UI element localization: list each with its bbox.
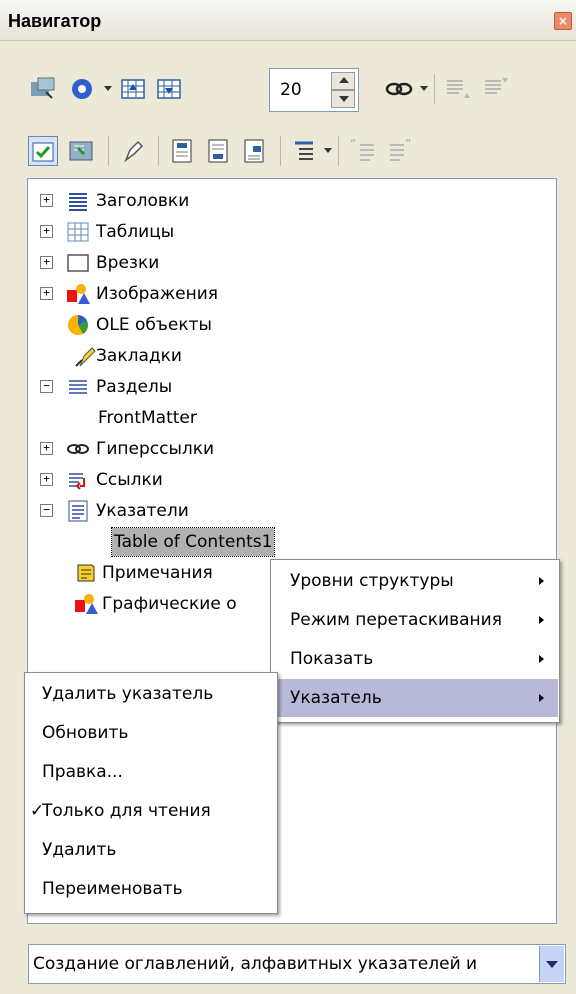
ole-objects-icon [66,313,90,337]
heading-levels-dropdown-icon[interactable] [324,148,332,153]
tree-item-label: Закладки [96,346,182,366]
anchor-icon[interactable] [66,136,96,166]
references-icon [66,468,90,492]
indexes-icon [66,499,90,523]
tree-item-label: Указатели [96,501,189,521]
footer-icon[interactable] [204,136,234,166]
next-icon[interactable] [154,74,184,104]
index-submenu: Удалить указатель Обновить Правка... ✓ Т… [24,672,278,914]
document-select[interactable]: Создание оглавлений, алфавитных указател… [28,944,566,984]
expand-icon[interactable]: + [40,256,53,269]
menu-item-index[interactable]: Указатель [272,679,558,717]
tree-item-label: Гиперссылки [96,439,215,459]
menu-item-label: Указатель [290,688,382,708]
comments-icon [74,561,98,585]
drawing-objects-icon [74,592,98,616]
drag-mode-dropdown-icon[interactable] [420,86,428,91]
toolbar-separator [158,136,159,166]
menu-item-label: Уровни структуры [290,571,454,591]
tree-item-label: OLE объекты [96,315,212,335]
toolbar-separator [434,74,435,104]
tree-context-menu: Уровни структуры Режим перетаскивания По… [270,559,560,723]
hyperlinks-icon [66,437,90,461]
menu-item-label: Обновить [42,723,129,743]
navigation-dropdown-icon[interactable] [104,86,112,91]
submenu-arrow-icon [539,655,544,663]
spin-value: 20 [280,80,302,100]
heading-levels-icon[interactable] [290,136,320,166]
submenu-arrow-icon [539,694,544,702]
tree-item-label: Разделы [96,377,173,397]
expand-icon[interactable]: + [40,473,53,486]
menu-item-label: Правка... [42,762,123,782]
tree-item-label: Графические о [102,594,237,614]
toolbar-separator [108,136,109,166]
collapse-icon[interactable]: − [40,504,53,517]
sections-icon [66,375,90,399]
menu-item-read-only[interactable]: ✓ Только для чтения [26,792,276,830]
anchor-endnote-icon[interactable] [240,136,270,166]
tree-item-label: Заголовки [96,191,190,211]
previous-icon[interactable] [118,74,148,104]
header-icon[interactable] [168,136,198,166]
tree-item-label: Примечания [102,563,213,583]
tables-icon [66,220,90,244]
heading-level-spinbox[interactable]: 20 [269,68,359,112]
expand-icon[interactable]: + [40,287,53,300]
drag-mode-icon[interactable] [384,74,414,104]
demote-icon[interactable] [480,74,510,104]
svg-text:“: “ [350,137,356,151]
chevron-down-icon[interactable] [539,946,564,982]
menu-item-rename[interactable]: Переименовать [26,870,276,908]
images-icon [66,282,90,306]
menu-item-show[interactable]: Показать [272,640,558,678]
menu-item-drag-mode[interactable]: Режим перетаскивания [272,601,558,639]
document-select-value: Создание оглавлений, алфавитных указател… [33,954,478,974]
navigation-icon[interactable] [68,74,98,104]
tree-item-label: Table of Contents1 [110,527,276,557]
title-bar: Навигатор × [0,0,576,41]
spin-down-button[interactable] [331,90,355,108]
collapse-icon[interactable]: − [40,380,53,393]
menu-item-outline-levels[interactable]: Уровни структуры [272,562,558,600]
reminder-icon[interactable] [118,136,148,166]
menu-item-label: Удалить [42,840,117,860]
menu-item-label: Переименовать [42,879,183,899]
demote-level-icon[interactable]: ” [386,136,416,166]
expand-icon[interactable]: + [40,194,53,207]
tree-item-label: Ссылки [96,470,163,490]
svg-text:”: ” [405,137,411,151]
menu-item-delete[interactable]: Удалить [26,831,276,869]
frames-icon [66,251,90,275]
content-view-icon[interactable] [28,74,58,104]
submenu-arrow-icon [539,616,544,624]
tree-item-label: FrontMatter [98,408,197,428]
menu-item-label: Удалить указатель [42,684,214,704]
menu-item-update[interactable]: Обновить [26,714,276,752]
toolbar-separator [280,136,281,166]
toolbar-separator [338,136,339,166]
expand-icon[interactable]: + [40,442,53,455]
tree-item-label: Таблицы [96,222,175,242]
close-icon[interactable]: × [554,12,572,30]
tree-item-label: Врезки [96,253,160,273]
bookmarks-icon [74,344,98,368]
toggle-icon[interactable] [28,136,58,166]
expand-icon[interactable]: + [40,225,53,238]
spin-up-button[interactable] [331,72,355,90]
submenu-arrow-icon [539,577,544,585]
headings-icon [66,189,90,213]
menu-item-delete-index[interactable]: Удалить указатель [26,675,276,713]
menu-item-label: Режим перетаскивания [290,610,502,630]
menu-item-label: Только для чтения [42,801,211,821]
promote-icon[interactable] [442,74,472,104]
menu-item-label: Показать [290,649,374,669]
promote-level-icon[interactable]: “ [348,136,378,166]
tree-item-label: Изображения [96,284,219,304]
window-title: Навигатор [8,11,102,31]
menu-item-edit[interactable]: Правка... [26,753,276,791]
